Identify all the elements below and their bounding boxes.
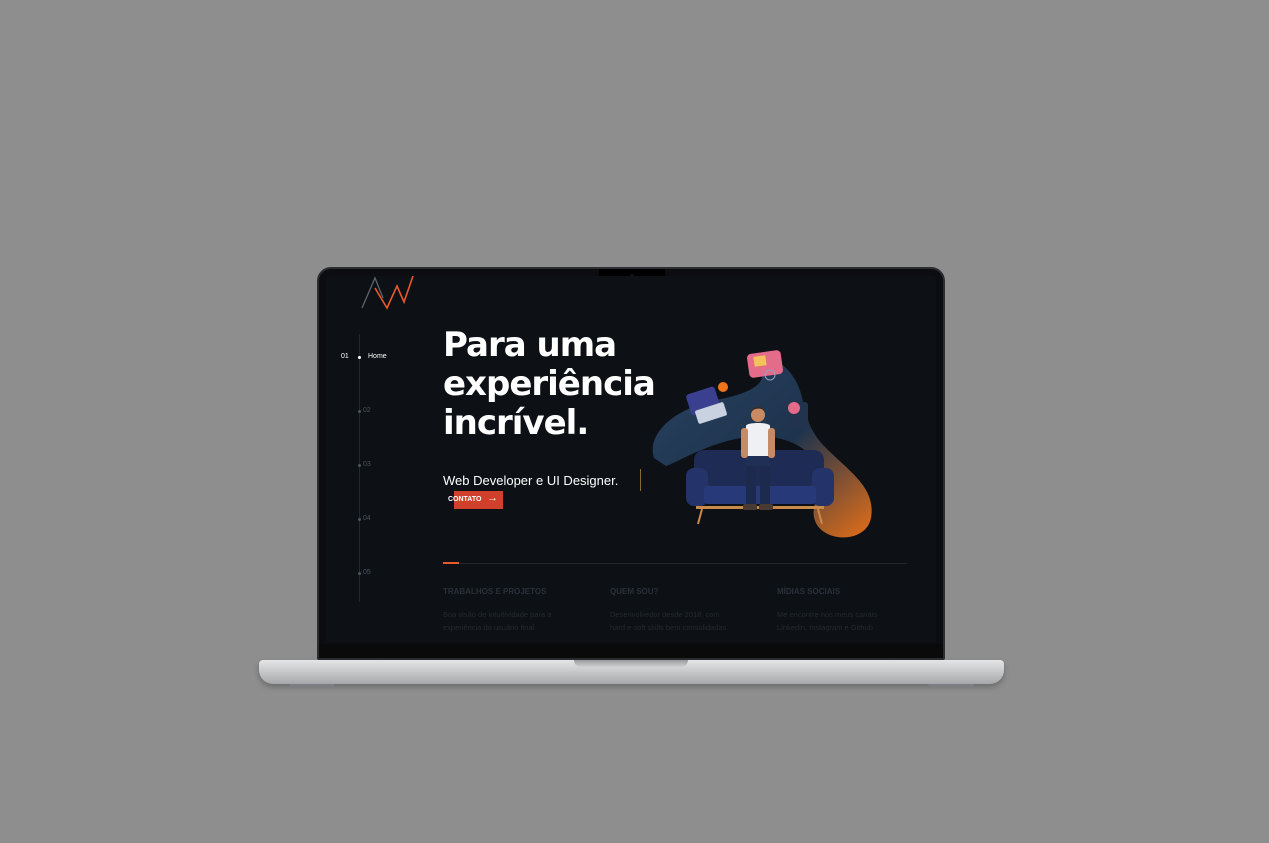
section-divider-accent <box>443 562 459 564</box>
sidebar-item-05[interactable]: 05 <box>363 569 371 576</box>
section-quem-sou[interactable]: QUEM SOU? Desenvolvedor desde 2018, com … <box>610 587 750 634</box>
sidebar-dot <box>358 518 361 521</box>
sidebar-item-03[interactable]: 03 <box>363 461 371 468</box>
laptop-lid: 01 Home 02 03 04 05 Para uma experiência… <box>317 267 945 660</box>
sidebar-line <box>359 334 360 602</box>
laptop-foot <box>928 684 974 687</box>
contact-button-label: CONTATO <box>448 496 482 503</box>
section-text-line: experiência do usuário final <box>443 623 535 632</box>
sidebar-dot <box>358 356 361 359</box>
sidebar-item-number: 03 <box>363 461 371 468</box>
sidebar-item-number: 05 <box>363 569 371 576</box>
section-text-line: hard e soft skills bem consolidadas <box>610 623 727 632</box>
sidebar-dot <box>358 410 361 413</box>
sidebar-item-number: 04 <box>363 515 371 522</box>
sidebar-dot <box>358 572 361 575</box>
hero-subtitle: Web Developer e UI Designer. <box>443 473 619 488</box>
hero-illustration <box>652 350 872 538</box>
section-text-line: Boa visão de intuitividade para a <box>443 610 552 619</box>
website-screen: 01 Home 02 03 04 05 Para uma experiência… <box>326 276 936 642</box>
section-divider <box>443 563 907 564</box>
sidebar-item-home[interactable]: Home <box>368 353 387 360</box>
section-trabalhos[interactable]: TRABALHOS E PROJETOS Boa visão de intuit… <box>443 587 583 634</box>
brand-logo[interactable] <box>361 276 417 312</box>
arrow-right-icon: → <box>487 492 498 504</box>
section-title: QUEM SOU? <box>610 587 659 596</box>
section-text-line: Me encontre nos meus canais <box>777 610 878 619</box>
sidebar-item-number: 02 <box>363 407 371 414</box>
laptop-base <box>259 660 1004 687</box>
sidebar-item-label: Home <box>368 353 387 360</box>
sidebar-item-01[interactable]: 01 <box>341 353 349 360</box>
sidebar-item-04[interactable]: 04 <box>363 515 371 522</box>
hero-divider <box>640 469 641 491</box>
laptop-foot <box>289 684 335 687</box>
sidebar-item-number: 01 <box>341 353 349 360</box>
contact-button[interactable]: CONTATO → <box>448 491 503 509</box>
section-title: MÍDIAS SOCIAIS <box>777 587 841 596</box>
section-title: TRABALHOS E PROJETOS <box>443 587 547 596</box>
laptop-opening-groove <box>574 660 688 667</box>
section-midias-sociais[interactable]: MÍDIAS SOCIAIS Me encontre nos meus cana… <box>777 587 917 634</box>
sidebar-dot <box>358 464 361 467</box>
sidebar-item-02[interactable]: 02 <box>363 407 371 414</box>
section-text-line: Desenvolvedor desde 2018, com <box>610 610 720 619</box>
section-text-line: Linkedin, Instagram e Github <box>777 623 873 632</box>
screen-bottom-bezel <box>319 644 943 658</box>
